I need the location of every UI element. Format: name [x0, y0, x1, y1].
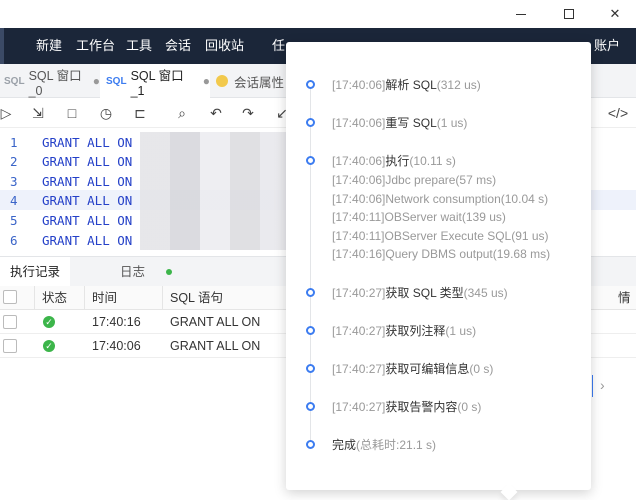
timeline-entry: [17:40:27]获取 SQL 类型(345 us): [332, 286, 508, 300]
timeline-done: 完成(总耗时:21.1 s): [332, 438, 437, 452]
tab-sql-window-0[interactable]: SQL SQL 窗口_0 ●: [0, 64, 100, 98]
timeline-sub-entry: [17:40:16]Query DBMS output(19.68 ms): [332, 247, 551, 261]
timeline-entry: [17:40:06]执行(10.11 s): [332, 154, 456, 168]
row-sql: GRANT ALL ON: [170, 339, 261, 353]
undo-icon[interactable]: ↶: [206, 103, 226, 123]
column-detail: 情: [618, 291, 631, 305]
minimize-icon: [516, 13, 526, 15]
timeline-node: [306, 288, 315, 297]
pager-border: [592, 375, 593, 397]
execution-timeline-popover: [17:40:06]解析 SQL(312 us) [17:40:06]重写 SQ…: [286, 42, 591, 490]
timeline-sub-entry: [17:40:11]OBServer wait(139 us): [332, 210, 506, 224]
run-selection-icon[interactable]: ⇲: [28, 103, 48, 123]
timeline-sub-entry: [17:40:11]OBServer Execute SQL(91 us): [332, 229, 549, 243]
timeline-node: [306, 402, 315, 411]
row-time: 17:40:16: [92, 315, 141, 329]
timeline-node: [306, 364, 315, 373]
format-icon[interactable]: ⊏: [130, 103, 150, 123]
timeline-sub-entry: [17:40:06]Jdbc prepare(57 ms): [332, 173, 497, 187]
sql-icon: SQL: [4, 75, 25, 87]
redacted-area: [140, 132, 290, 250]
timeline-line: [310, 86, 311, 446]
column-time: 时间: [92, 291, 118, 305]
maximize-icon: [564, 9, 574, 19]
menu-accent: [0, 28, 4, 64]
menu-task[interactable]: 任: [272, 28, 285, 64]
menu-workbench[interactable]: 工作台: [76, 28, 115, 64]
close-window-button[interactable]: ✕: [592, 0, 636, 28]
timeline-node: [306, 440, 315, 449]
search-icon[interactable]: ⌕: [172, 103, 192, 123]
tab-log[interactable]: 日志: [120, 257, 145, 287]
tab-label: SQL 窗口_1: [130, 68, 184, 98]
menu-recycle-bin[interactable]: 回收站: [205, 28, 244, 64]
sql-icon: SQL: [106, 75, 127, 87]
menu-account[interactable]: 账户: [594, 28, 620, 64]
timeline-node: [306, 118, 315, 127]
maximize-button[interactable]: [546, 0, 592, 28]
clock-icon[interactable]: ◷: [96, 103, 116, 123]
success-icon: ✓: [43, 340, 55, 352]
run-icon[interactable]: ▷: [0, 103, 16, 123]
dot-icon: ●: [92, 74, 100, 88]
log-status-dot: [166, 269, 172, 275]
minimize-button[interactable]: [498, 0, 544, 28]
timeline-entry: [17:40:27]获取告警内容(0 s): [332, 400, 482, 414]
timeline-sub-entry: [17:40:06]Network consumption(10.04 s): [332, 192, 549, 206]
redo-icon[interactable]: ↷: [238, 103, 258, 123]
timeline-node: [306, 156, 315, 165]
menu-session[interactable]: 会话: [165, 28, 191, 64]
row-sql: GRANT ALL ON: [170, 315, 261, 329]
timeline-node: [306, 80, 315, 89]
menu-tools[interactable]: 工具: [126, 28, 152, 64]
row-time: 17:40:06: [92, 339, 141, 353]
bulb-icon: [216, 75, 228, 87]
tab-label: SQL 窗口_0: [28, 68, 82, 98]
code-icon[interactable]: </>: [608, 103, 628, 123]
menu-new[interactable]: 新建: [36, 28, 62, 64]
row-checkbox[interactable]: [3, 315, 17, 329]
timeline-entry: [17:40:06]解析 SQL(312 us): [332, 78, 481, 92]
success-icon: ✓: [43, 316, 55, 328]
title-bar: ✕: [0, 0, 636, 28]
close-icon: ✕: [609, 6, 621, 21]
timeline-entry: [17:40:06]重写 SQL(1 us): [332, 116, 468, 130]
column-sql: SQL 语句: [170, 291, 224, 305]
stop-icon[interactable]: □: [62, 103, 82, 123]
tab-sql-window-1[interactable]: SQL SQL 窗口_1 ●: [100, 64, 210, 98]
select-all-checkbox[interactable]: [3, 290, 17, 304]
dot-icon: ●: [202, 74, 210, 88]
timeline-node: [306, 326, 315, 335]
timeline-entry: [17:40:27]获取列注释(1 us): [332, 324, 477, 338]
chevron-right-icon[interactable]: ›: [600, 377, 605, 393]
row-checkbox[interactable]: [3, 339, 17, 353]
tab-execution-history[interactable]: 执行记录: [0, 257, 71, 287]
column-status: 状态: [42, 291, 68, 305]
timeline-entry: [17:40:27]获取可编辑信息(0 s): [332, 362, 494, 376]
tab-label: 会话属性: [234, 75, 285, 90]
